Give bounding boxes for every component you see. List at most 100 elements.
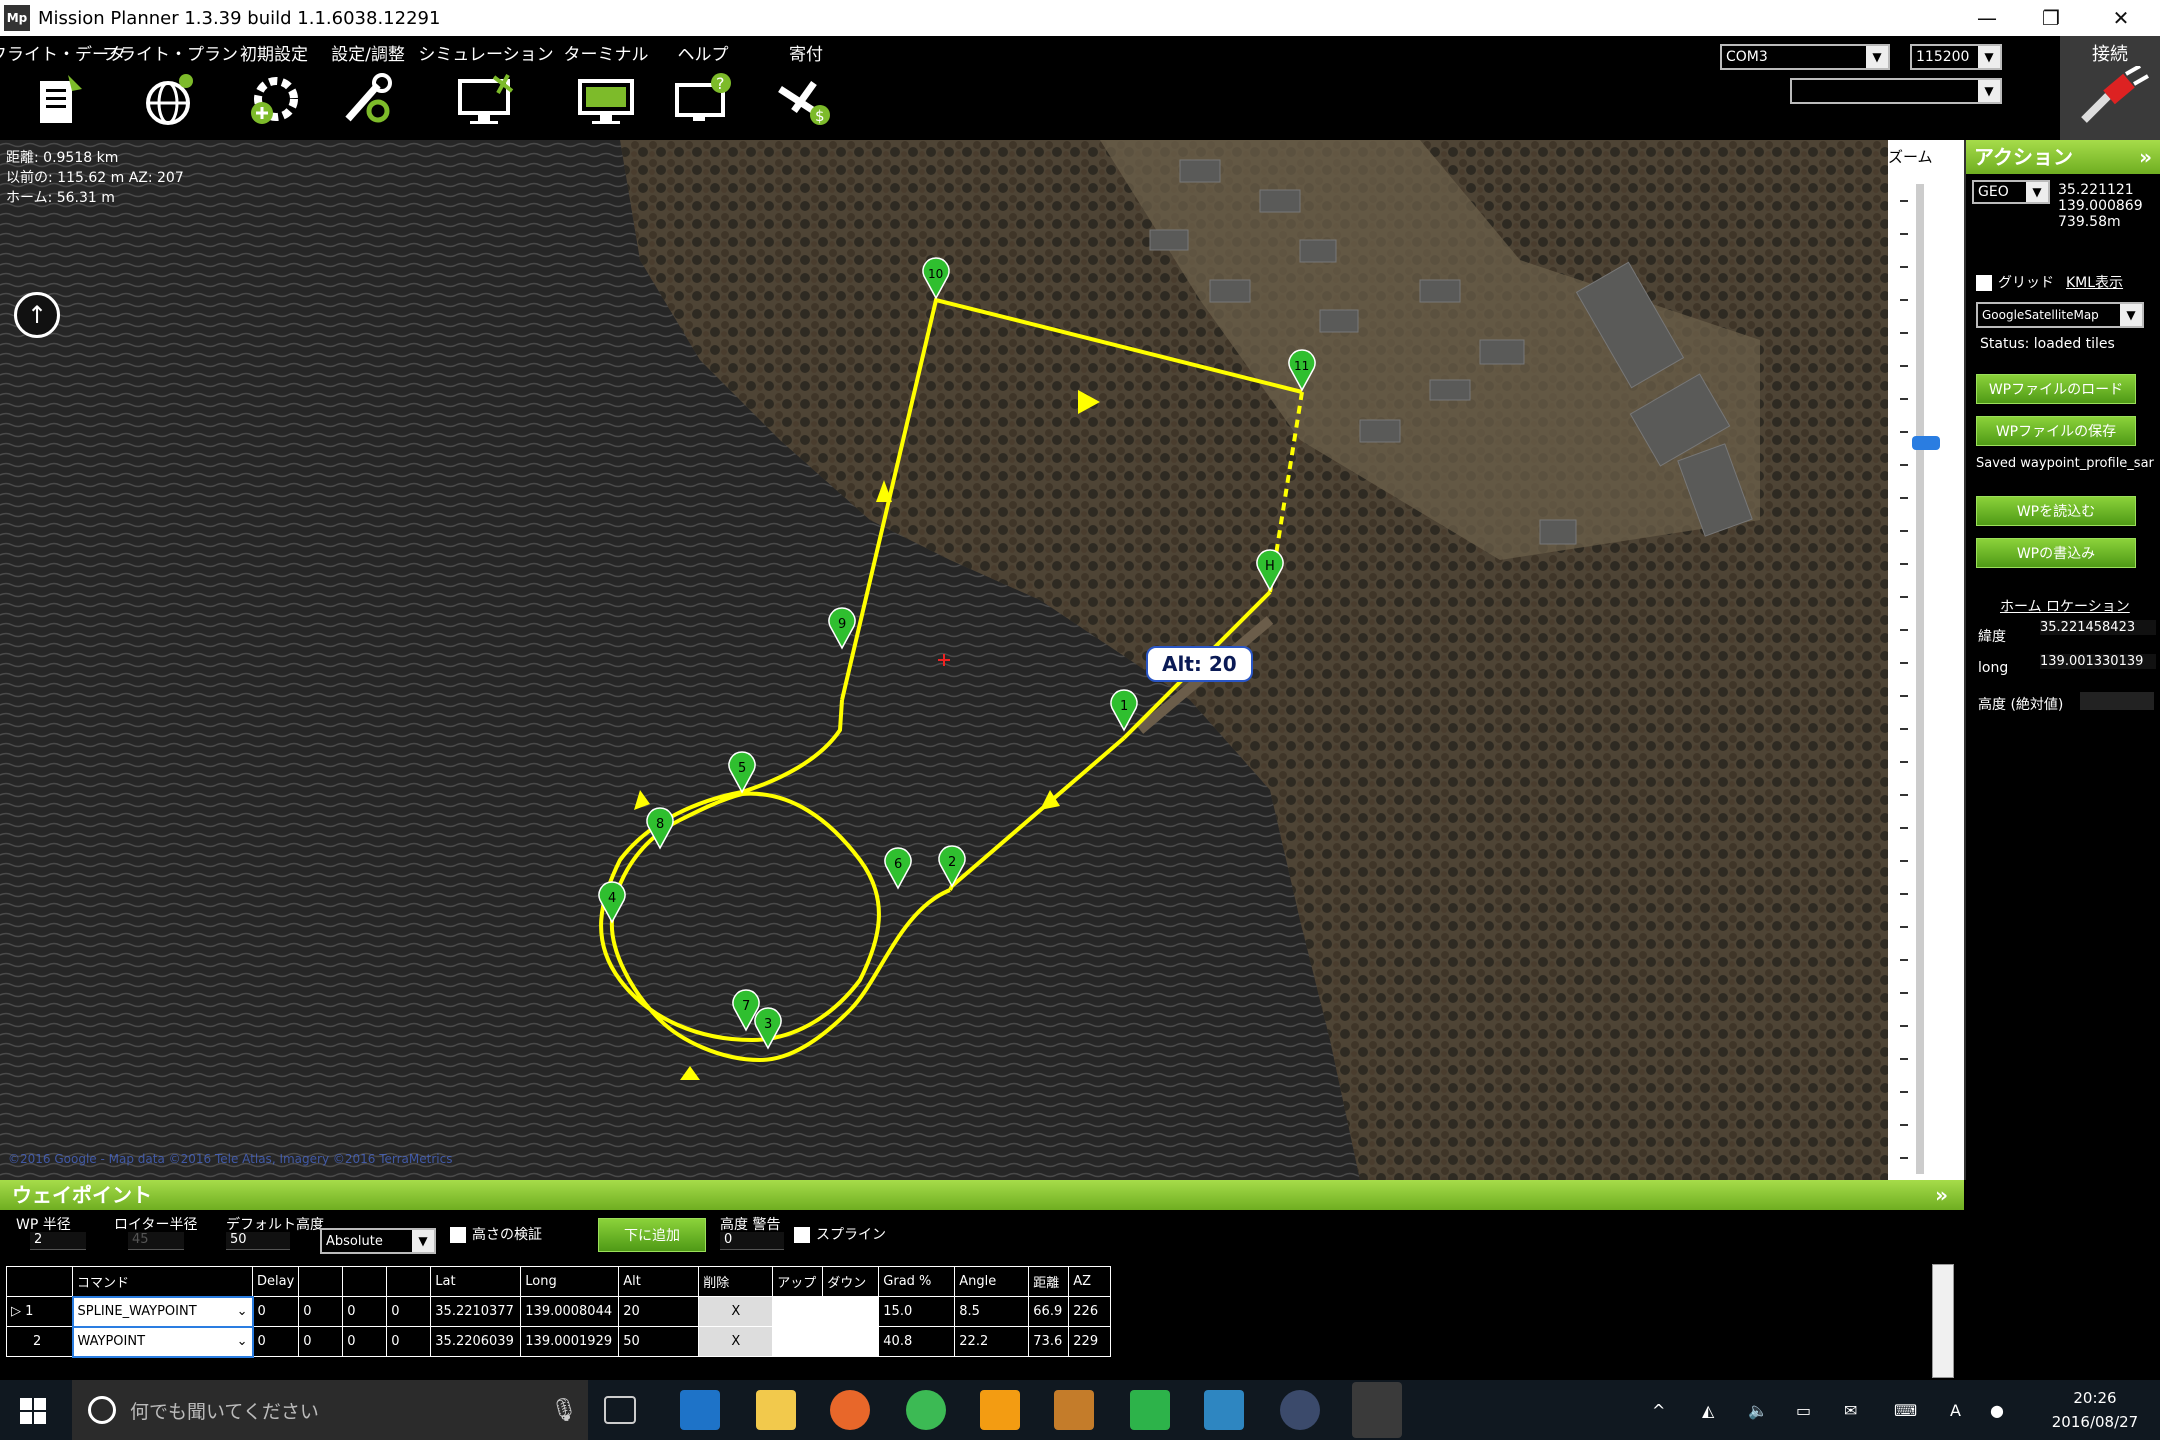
table-row[interactable]: 2 WAYPOINT ⌄ 0 0 0 0 35.2206039 139.00019…	[6, 1325, 1112, 1358]
menu-terminal[interactable]: ターミナル	[560, 36, 652, 140]
mission-planner-taskbar-icon[interactable]	[1352, 1382, 1402, 1438]
move-up-button[interactable]: ⬆	[772, 1296, 824, 1327]
kml-link[interactable]: KML表示	[2066, 272, 2123, 292]
sublime-icon[interactable]	[1054, 1390, 1094, 1430]
battery-icon[interactable]: ▭	[1796, 1380, 1811, 1440]
param3-cell[interactable]: 0	[342, 1296, 388, 1327]
alt-warn-label: 高度 警告	[720, 1217, 781, 1233]
file-explorer-icon[interactable]	[756, 1390, 796, 1430]
save-wp-file-button[interactable]: WPファイルの保存	[1976, 416, 2136, 446]
lat-cell[interactable]: 35.2206039	[430, 1326, 522, 1357]
table-scrollbar[interactable]	[1932, 1264, 1954, 1378]
taskbar-search[interactable]: 何でも聞いてください 🎙	[72, 1380, 588, 1440]
write-wp-button[interactable]: WPの書込み	[1976, 538, 2136, 568]
move-down-button[interactable]: ⬇	[822, 1296, 880, 1327]
param1-cell[interactable]: 0	[251, 1296, 300, 1327]
microphone-icon[interactable]: 🎙	[550, 1398, 578, 1423]
evernote-icon[interactable]	[1130, 1390, 1170, 1430]
read-wp-button[interactable]: WPを読込む	[1976, 496, 2136, 526]
map-type-select[interactable]: GoogleSatelliteMap ▼	[1976, 302, 2144, 328]
compass-icon[interactable]: ↑	[14, 292, 60, 338]
delete-button[interactable]: X	[698, 1296, 774, 1327]
menu-flight-data[interactable]: フライト・データ	[0, 36, 126, 140]
app-icon-blue[interactable]	[1204, 1390, 1244, 1430]
loiter-radius-field[interactable]: 45	[128, 1232, 184, 1250]
alt-cell[interactable]: 50	[618, 1326, 700, 1357]
lock-icon[interactable]	[1280, 1390, 1320, 1430]
alt-mode-select[interactable]: Absolute ▼	[320, 1228, 436, 1254]
zoom-slider-handle[interactable]	[1912, 436, 1940, 450]
close-button[interactable]: ✕	[2090, 0, 2152, 36]
profile-select[interactable]: ▼	[1790, 78, 2002, 104]
param2-cell[interactable]: 0	[298, 1296, 344, 1327]
minimize-button[interactable]: —	[1956, 0, 2018, 36]
collapse-icon[interactable]: »	[1935, 1180, 1948, 1210]
alt-warn-field[interactable]: 0	[720, 1232, 784, 1250]
wp-radius-field[interactable]: 2	[30, 1232, 86, 1250]
edge-icon[interactable]	[680, 1390, 720, 1430]
param3-cell[interactable]: 0	[342, 1326, 388, 1357]
verify-height-checkbox[interactable]: 高さの検証	[450, 1224, 542, 1244]
spline-checkbox[interactable]: スプライン	[794, 1224, 886, 1244]
checkbox-box[interactable]	[450, 1227, 466, 1243]
grid-checkbox[interactable]: グリッド	[1976, 272, 2054, 292]
network-icon[interactable]: ◭	[1702, 1380, 1714, 1440]
long-cell[interactable]: 139.0001929	[520, 1326, 620, 1357]
firefox-icon[interactable]	[830, 1390, 870, 1430]
menu-simulation[interactable]: シミュレーション	[418, 36, 554, 140]
delete-button[interactable]: X	[698, 1326, 774, 1357]
vlc-icon[interactable]	[980, 1390, 1020, 1430]
tray-chevron-icon[interactable]: ^	[1652, 1380, 1665, 1440]
keyboard-icon[interactable]: ⌨	[1894, 1380, 1917, 1440]
home-alt-field[interactable]	[2080, 692, 2154, 710]
checkbox-box[interactable]	[794, 1227, 810, 1243]
move-down-button[interactable]: ⬇	[822, 1326, 880, 1357]
home-long-field[interactable]: 139.001330139	[2040, 654, 2156, 669]
add-below-button[interactable]: 下に追加	[598, 1218, 706, 1252]
lat-cell[interactable]: 35.2210377	[430, 1296, 522, 1327]
alt-cell[interactable]: 20	[618, 1296, 700, 1327]
command-select[interactable]: WAYPOINT ⌄	[71, 1325, 254, 1358]
connect-button[interactable]: 接続	[2060, 36, 2160, 140]
task-view-icon[interactable]	[604, 1396, 636, 1424]
param1-cell[interactable]: 0	[251, 1326, 300, 1357]
checkbox-box[interactable]	[1976, 275, 1992, 291]
action-panel-header[interactable]: アクション »	[1966, 140, 2160, 174]
menu-donate[interactable]: 寄付 $	[764, 36, 848, 140]
waypoints-header[interactable]: ウェイポイント »	[0, 1180, 1964, 1210]
row-num: 2	[6, 1326, 73, 1357]
baud-select[interactable]: 115200 ▼	[1910, 44, 2002, 70]
table-row[interactable]: ▷ 1 SPLINE_WAYPOINT ⌄ 0 0 0 0 35.2210377 …	[6, 1295, 1112, 1328]
default-alt-field[interactable]: 50	[226, 1232, 290, 1250]
menu-initial-setup[interactable]: 初期設定	[228, 36, 320, 140]
param4-cell[interactable]: 0	[386, 1326, 432, 1357]
coord-mode-select[interactable]: GEO ▼	[1972, 180, 2050, 204]
home-location-link[interactable]: ホーム ロケーション	[2000, 596, 2130, 616]
param4-cell[interactable]: 0	[386, 1296, 432, 1327]
load-wp-file-button[interactable]: WPファイルのロード	[1976, 374, 2136, 404]
param2-cell[interactable]: 0	[298, 1326, 344, 1357]
flight-data-icon	[40, 75, 82, 123]
menu-help[interactable]: ヘルプ ?	[660, 36, 746, 140]
altitude-tooltip: Alt: 20	[1146, 646, 1253, 682]
map-view[interactable]: 1 2 3 4 5 6 7 8 9 10 11 H 距離: 0.9518 km …	[0, 140, 1888, 1180]
marker-11: 11	[1294, 359, 1309, 373]
home-lat-field[interactable]: 35.221458423	[2040, 620, 2156, 635]
restore-button[interactable]: ❐	[2020, 0, 2082, 36]
move-up-button[interactable]: ⬆	[772, 1326, 824, 1357]
angle-cell: 22.2	[954, 1326, 1030, 1357]
clock[interactable]: 20:26 2016/08/27	[2040, 1386, 2150, 1434]
menu-config-tuning[interactable]: 設定/調整	[322, 36, 414, 140]
command-select[interactable]: SPLINE_WAYPOINT ⌄	[71, 1295, 254, 1328]
collapse-icon[interactable]: »	[2139, 140, 2152, 174]
menu-flight-plan[interactable]: フライト・プラン	[102, 36, 238, 140]
long-cell[interactable]: 139.0008044	[520, 1296, 620, 1327]
notification-icon[interactable]: ✉	[1844, 1380, 1857, 1440]
zoom-slider[interactable]	[1916, 184, 1924, 1174]
chrome-icon[interactable]	[906, 1390, 946, 1430]
onedrive-icon[interactable]: ●	[1990, 1380, 2004, 1440]
port-select[interactable]: COM3 ▼	[1720, 44, 1890, 70]
volume-icon[interactable]: 🔈	[1748, 1380, 1768, 1440]
windows-start-icon[interactable]	[20, 1398, 46, 1428]
ime-indicator[interactable]: A	[1950, 1380, 1961, 1440]
